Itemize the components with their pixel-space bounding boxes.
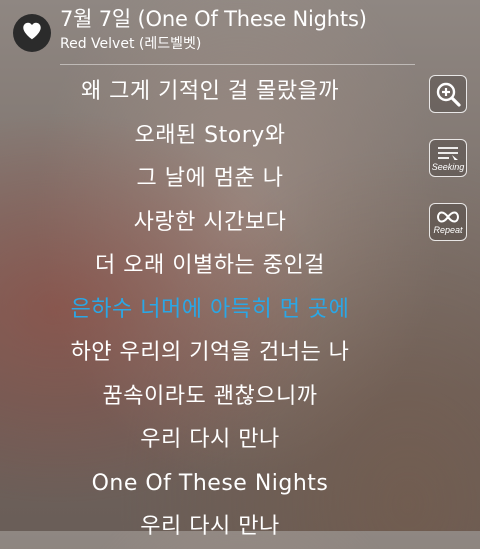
lyric-line[interactable]: 오래된 Story와 — [0, 114, 420, 158]
lyric-line[interactable]: 꿈속이라도 괜찮으니까 — [0, 375, 420, 419]
heart-icon — [21, 20, 43, 46]
lyric-line[interactable]: 우리 다시 만나 — [0, 418, 420, 462]
repeat-button[interactable]: Repeat — [429, 203, 467, 241]
lyric-line[interactable]: 더 오래 이별하는 중인걸 — [0, 244, 420, 288]
lyric-line[interactable]: 우리 다시 만나 — [0, 505, 420, 549]
zoom-in-icon — [434, 80, 462, 108]
seeking-label: Seeking — [431, 161, 465, 172]
artist-name: Red Velvet (레드벨벳) — [60, 36, 202, 52]
lyric-line[interactable]: 왜 그게 기적인 걸 몰랐을까 — [0, 70, 420, 114]
lyric-line-current[interactable]: 은하수 너머에 아득히 먼 곳에 — [0, 288, 420, 332]
lyrics-panel[interactable]: 왜 그게 기적인 걸 몰랐을까 오래된 Story와 그 날에 멈춘 나 사랑한… — [0, 70, 420, 549]
like-button[interactable] — [13, 14, 51, 52]
zoom-in-button[interactable] — [429, 75, 467, 113]
song-title: 7월 7일 (One Of These Nights) — [60, 7, 367, 31]
now-playing-header: 7월 7일 (One Of These Nights) Red Velvet (… — [0, 0, 480, 66]
header-divider — [60, 64, 415, 65]
lyric-line[interactable]: 사랑한 시간보다 — [0, 201, 420, 245]
repeat-label: Repeat — [433, 224, 463, 235]
lyric-line[interactable]: 하얀 우리의 기억을 건너는 나 — [0, 331, 420, 375]
lyric-line[interactable]: 그 날에 멈춘 나 — [0, 157, 420, 201]
seeking-icon — [436, 145, 460, 161]
infinity-icon — [436, 210, 460, 224]
lyric-line[interactable]: One Of These Nights — [0, 462, 420, 506]
seeking-button[interactable]: Seeking — [429, 139, 467, 177]
